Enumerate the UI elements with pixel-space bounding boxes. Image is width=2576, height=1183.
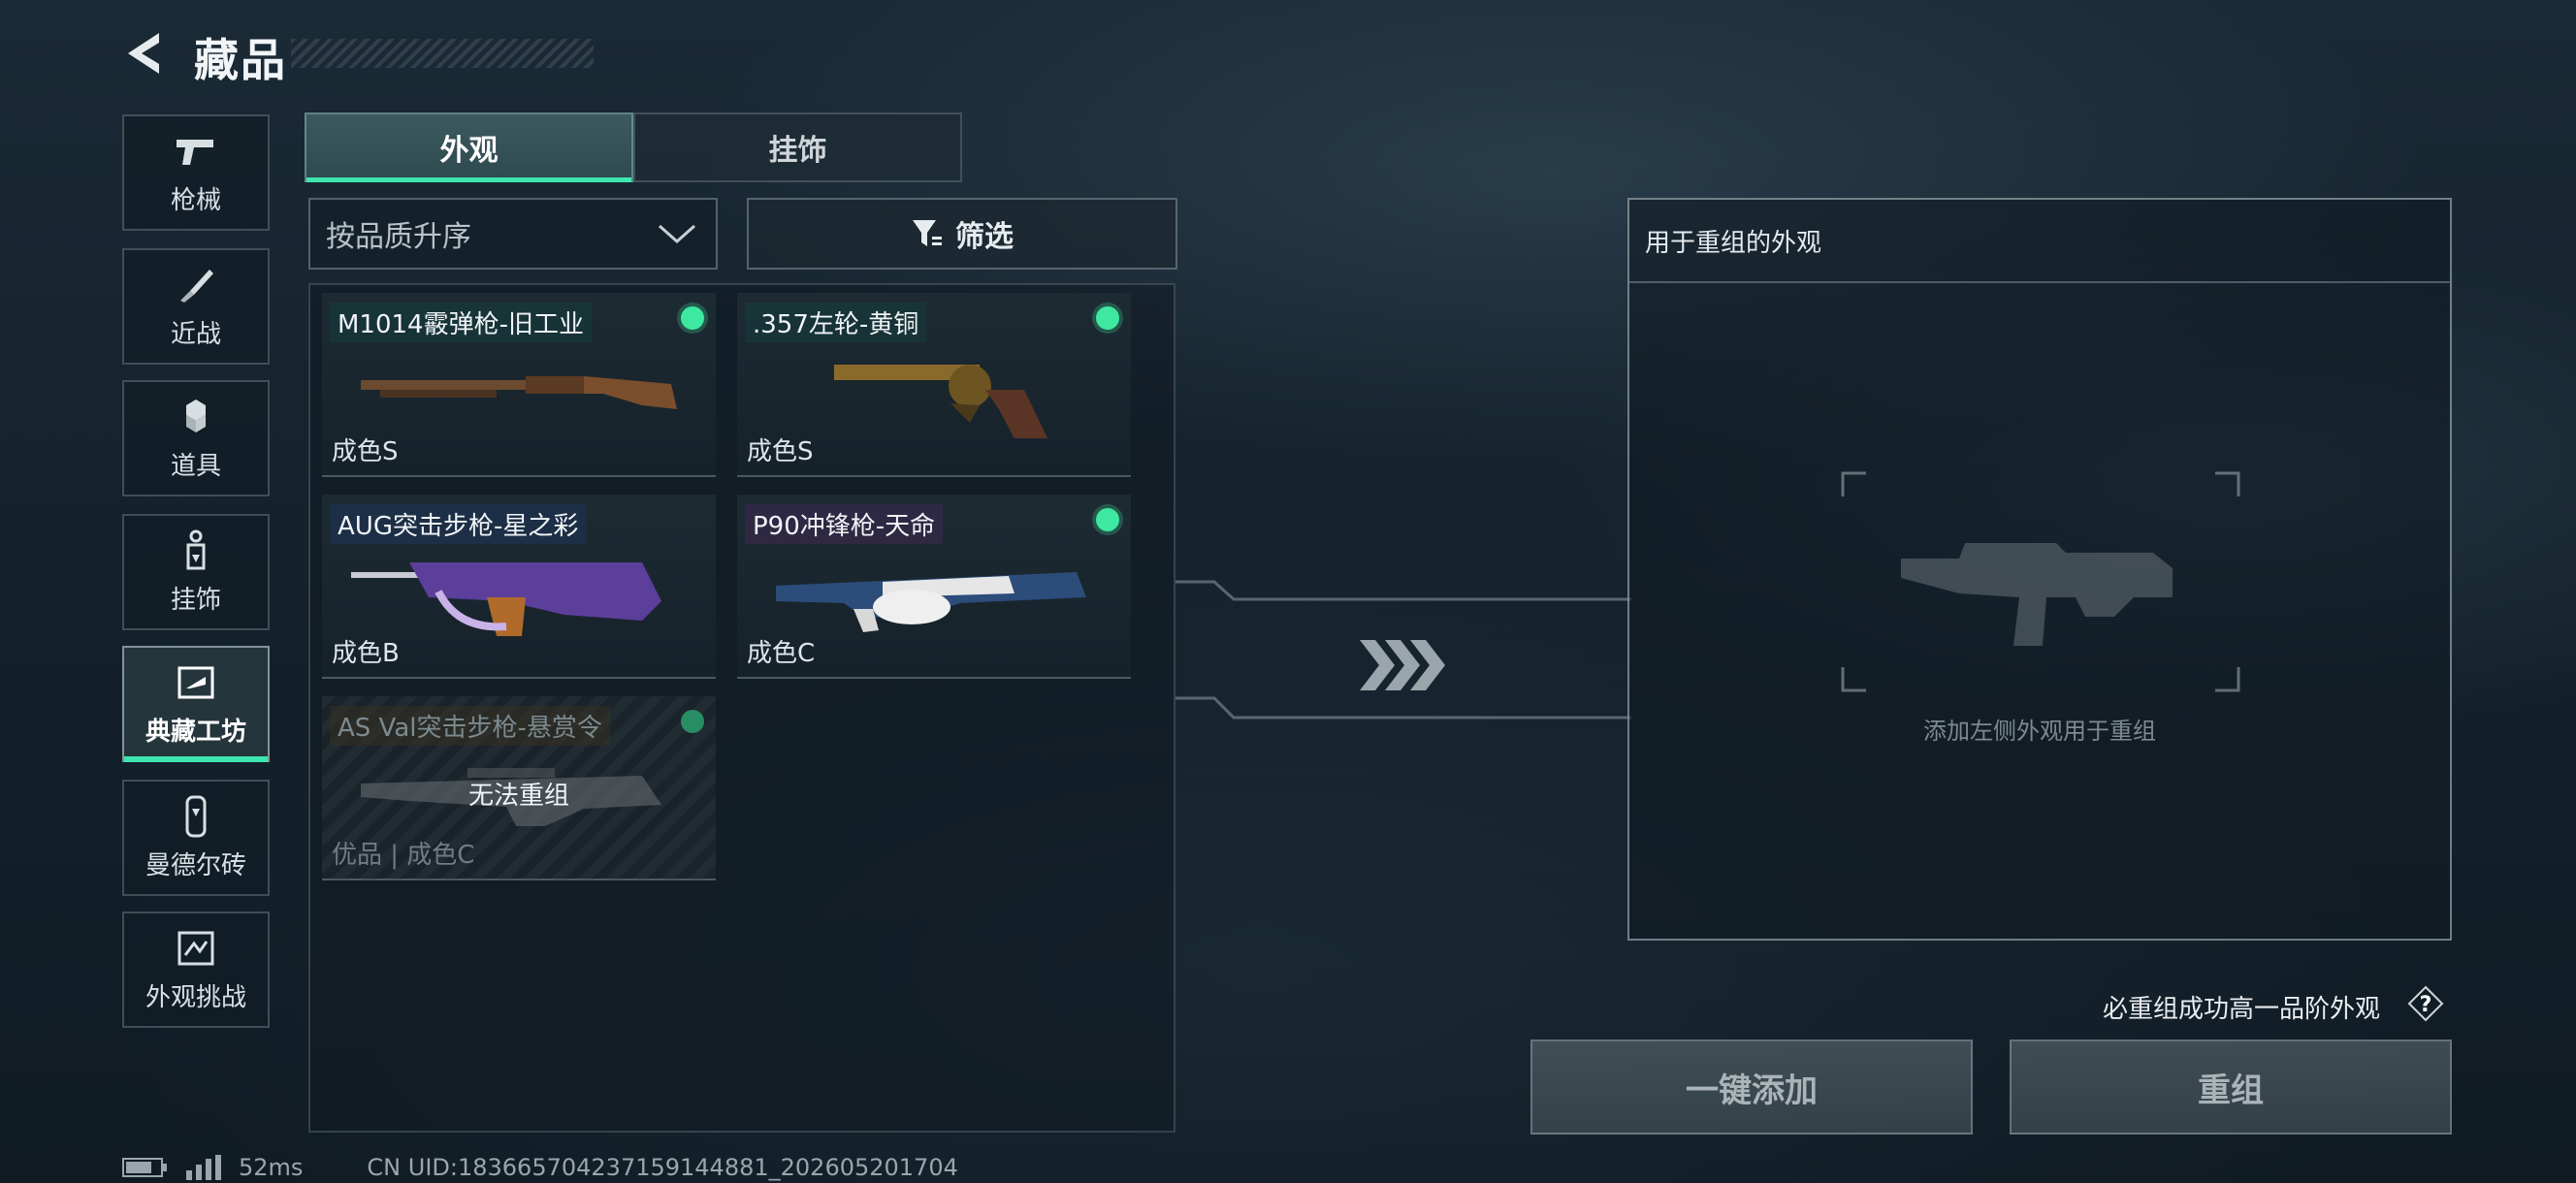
add-all-label: 一键添加 <box>1686 1071 1818 1110</box>
cannot-recompose-label: 无法重组 <box>467 782 569 811</box>
recompose-button[interactable]: 重组 <box>2010 1039 2452 1135</box>
grenade-icon <box>186 399 206 432</box>
status-bar: 52ms CN UID:1836657042371591448​81_20260… <box>122 1154 958 1181</box>
skin-name: AUG突击步枪-星之彩 <box>330 504 587 544</box>
flow-connector <box>1175 580 1631 719</box>
svg-text:?: ? <box>2420 993 2432 1017</box>
help-icon[interactable]: ? <box>2407 985 2444 1022</box>
skin-card-asval: AS Val突击步枪-悬赏令 无法重组 优品 | 成色C <box>322 696 716 880</box>
brick-icon <box>185 795 207 837</box>
skin-card-357[interactable]: .357左轮-黄铜 成色S <box>737 293 1131 477</box>
empty-slot-rifle-placeholder[interactable] <box>1765 471 2318 704</box>
sidebar-item-label: 道具 <box>170 451 221 481</box>
tab-bar: 外观 挂饰 <box>305 112 962 182</box>
skin-list: M1014霰弹枪-旧工业 成色S .357左轮-黄铜 成色S AUG突击步枪-星… <box>308 283 1175 1133</box>
ready-indicator <box>681 710 704 733</box>
ping-value: 52ms <box>239 1154 304 1181</box>
sidebar-item-workshop[interactable]: 典藏工坊 <box>122 646 270 762</box>
back-arrow-icon <box>128 33 159 74</box>
skin-name: P90冲锋枪-天命 <box>745 504 944 544</box>
skin-name: .357左轮-黄铜 <box>745 303 927 342</box>
ready-indicator <box>681 306 704 330</box>
skin-grade: 成色S <box>332 437 399 466</box>
sidebar-item-label: 外观挑战 <box>145 982 246 1012</box>
charm-icon <box>186 529 206 569</box>
page-title: 藏品 <box>194 34 287 86</box>
knife-icon <box>180 269 213 303</box>
sort-dropdown[interactable]: 按品质升序 <box>308 198 718 270</box>
user-uid: CN UID:1836657042371591448​81_2026052017… <box>367 1154 958 1181</box>
recompose-title: 用于重组的外观 <box>1629 200 2450 283</box>
shotgun-image <box>361 376 677 409</box>
skin-card-aug[interactable]: AUG突击步枪-星之彩 成色B <box>322 495 716 679</box>
sidebar-item-label: 挂饰 <box>170 585 221 615</box>
skin-grade: 成色S <box>747 437 814 466</box>
challenge-icon <box>177 931 214 965</box>
sidebar-item-label: 典藏工坊 <box>145 717 246 747</box>
skin-grade: 成色C <box>747 639 816 668</box>
skin-name: AS Val突击步枪-悬赏令 <box>330 706 610 746</box>
chevron-down-icon <box>659 224 695 244</box>
sidebar-item-charms[interactable]: 挂饰 <box>122 514 270 630</box>
tab-skins[interactable]: 外观 <box>305 112 633 182</box>
add-all-button[interactable]: 一键添加 <box>1530 1039 1973 1135</box>
skin-grade: 成色B <box>332 639 400 668</box>
recompose-hint: 添加左侧外观用于重组 <box>1923 718 2156 745</box>
recompose-panel: 用于重组的外观 添加左侧外观用于重组 <box>1627 198 2452 941</box>
pistol-icon <box>177 139 213 165</box>
filter-label: 筛选 <box>955 220 1014 254</box>
sidebar-item-mandel-brick[interactable]: 曼德尔砖 <box>122 780 270 896</box>
back-button[interactable] <box>120 29 167 78</box>
sort-label: 按品质升序 <box>326 220 471 254</box>
filter-icon <box>913 220 942 246</box>
ready-indicator <box>1096 508 1119 531</box>
recompose-label: 重组 <box>2198 1071 2264 1110</box>
sidebar-item-label: 枪械 <box>170 185 221 215</box>
sidebar-item-guns[interactable]: 枪械 <box>122 114 270 231</box>
rifle-image <box>351 562 661 636</box>
filter-button[interactable]: 筛选 <box>747 198 1177 270</box>
sidebar-item-items[interactable]: 道具 <box>122 380 270 496</box>
tab-charms[interactable]: 挂饰 <box>633 112 962 182</box>
skin-card-m1014[interactable]: M1014霰弹枪-旧工业 成色S <box>322 293 716 477</box>
sidebar-item-melee[interactable]: 近战 <box>122 248 270 365</box>
workshop-icon <box>177 666 214 698</box>
ready-indicator <box>1096 306 1119 330</box>
smg-image <box>776 572 1086 632</box>
sidebar-item-skin-challenge[interactable]: 外观挑战 <box>122 911 270 1028</box>
skin-name: M1014霰弹枪-旧工业 <box>330 303 592 342</box>
signal-icon <box>186 1155 221 1180</box>
revolver-image <box>834 365 1048 438</box>
battery-icon <box>122 1158 167 1177</box>
skin-card-p90[interactable]: P90冲锋枪-天命 成色C <box>737 495 1131 679</box>
skin-grade: 优品 | 成色C <box>332 841 475 870</box>
sidebar-item-label: 近战 <box>170 319 221 349</box>
title-decoration <box>291 39 594 68</box>
chevron-right-icon <box>1360 640 1445 690</box>
sidebar-item-label: 曼德尔砖 <box>145 850 246 880</box>
guarantee-note: 必重组成功高一品阶外观 <box>2103 995 2381 1024</box>
